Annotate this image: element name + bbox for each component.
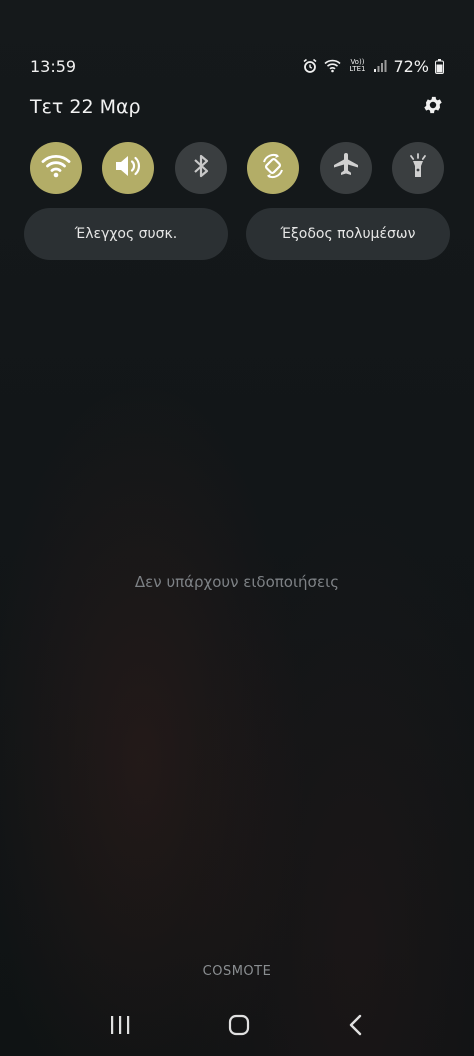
airplane-toggle[interactable] xyxy=(319,142,372,194)
no-notifications-text: Δεν υπάρχουν ειδοποιήσεις xyxy=(134,573,340,591)
status-icons: Vo)) LTE1 72% xyxy=(302,57,444,76)
wifi-icon xyxy=(41,153,71,183)
quick-buttons: Έλεγχος συσκ. Έξοδος πολυμέσων xyxy=(24,208,450,260)
battery-icon xyxy=(435,58,444,74)
device-control-button[interactable]: Έλεγχος συσκ. xyxy=(24,208,228,260)
flashlight-icon xyxy=(406,152,430,184)
rotate-icon xyxy=(259,152,287,184)
recents-icon[interactable] xyxy=(108,1014,132,1040)
home-icon[interactable] xyxy=(227,1013,251,1041)
carrier-label: COSMOTE xyxy=(202,964,272,979)
signal-icon xyxy=(373,59,387,73)
quick-toggles xyxy=(30,142,444,194)
battery-percent: 72% xyxy=(393,56,429,76)
gear-icon[interactable] xyxy=(422,94,444,120)
volte-icon: Vo)) LTE1 xyxy=(349,58,366,73)
media-output-button[interactable]: Έξοδος πολυμέσων xyxy=(246,208,450,260)
wifi-toggle[interactable] xyxy=(30,142,82,194)
status-time: 13:59 xyxy=(30,56,77,76)
date-label: Τετ 22 Μαρ xyxy=(30,96,141,118)
wifi-icon xyxy=(324,59,341,73)
bluetooth-toggle[interactable] xyxy=(174,142,227,194)
navigation-bar xyxy=(0,1010,474,1044)
airplane-icon xyxy=(332,152,360,184)
sound-toggle[interactable] xyxy=(102,142,155,194)
speaker-icon xyxy=(113,153,143,183)
auto-rotate-toggle[interactable] xyxy=(247,142,300,194)
status-bar: 13:59 Vo)) LTE1 72% xyxy=(30,54,444,78)
alarm-icon xyxy=(302,58,318,74)
date-row: Τετ 22 Μαρ xyxy=(30,92,444,122)
flashlight-toggle[interactable] xyxy=(391,142,444,194)
back-icon[interactable] xyxy=(346,1013,366,1041)
bluetooth-icon xyxy=(190,152,212,184)
